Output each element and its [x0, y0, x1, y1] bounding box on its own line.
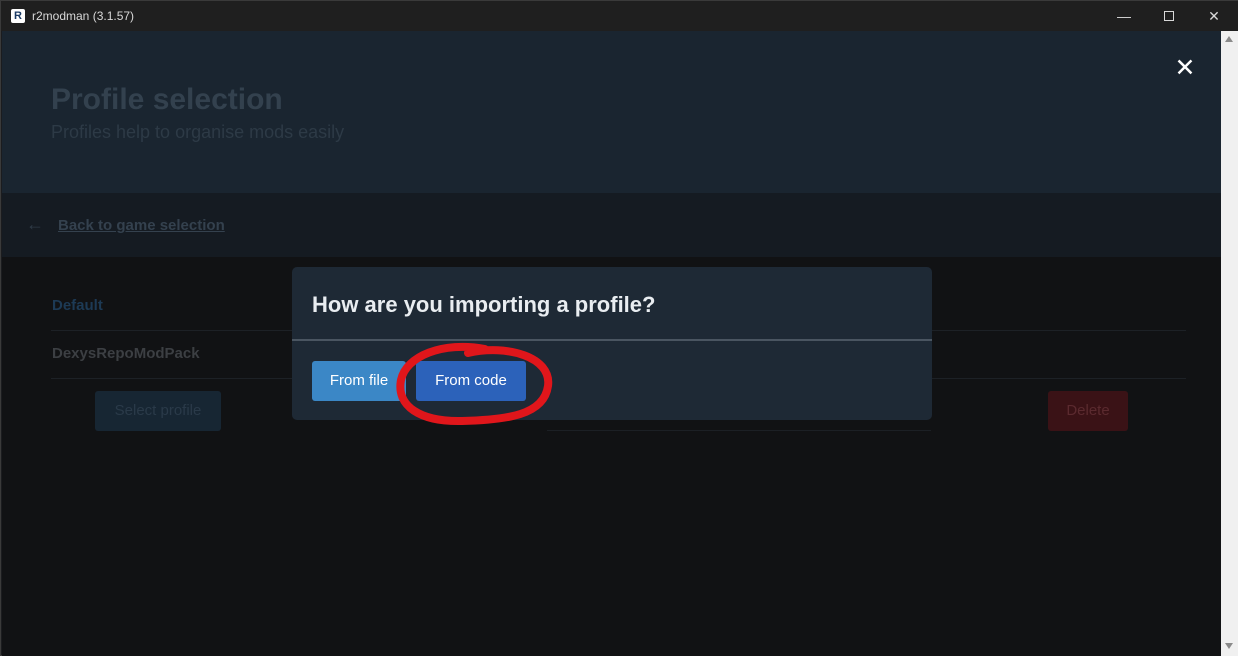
window-close-button[interactable]: ✕: [1191, 1, 1237, 31]
from-code-button[interactable]: From code: [416, 361, 526, 401]
maximize-icon: [1164, 11, 1174, 21]
modal-close-icon[interactable]: ✕: [1172, 55, 1198, 81]
title-bar[interactable]: R r2modman (3.1.57) — ✕: [1, 1, 1238, 31]
scroll-down-arrow-icon[interactable]: [1225, 643, 1233, 649]
modal-divider: [292, 339, 932, 341]
maximize-button[interactable]: [1146, 1, 1192, 31]
from-file-button[interactable]: From file: [312, 361, 406, 401]
main-content: Profile selection Profiles help to organ…: [2, 31, 1221, 656]
import-profile-modal: How are you importing a profile? From fi…: [292, 267, 932, 420]
window-title: r2modman (3.1.57): [32, 9, 135, 23]
vertical-scrollbar[interactable]: [1221, 31, 1238, 656]
modal-title: How are you importing a profile?: [312, 292, 656, 317]
minimize-button[interactable]: —: [1101, 1, 1147, 31]
app-window: R r2modman (3.1.57) — ✕ Profile selectio…: [0, 0, 1238, 656]
scroll-up-arrow-icon[interactable]: [1225, 36, 1233, 42]
app-icon: R: [11, 9, 25, 23]
